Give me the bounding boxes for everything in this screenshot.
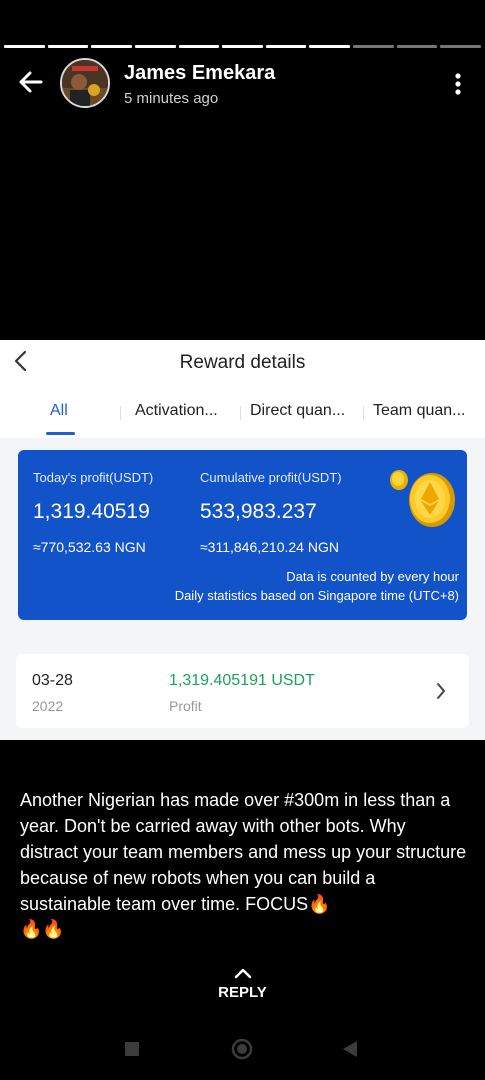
progress-segment xyxy=(134,45,176,48)
story-caption: Another Nigerian has made over #300m in … xyxy=(20,790,467,914)
tab-divider xyxy=(120,406,121,420)
reward-page-title: Reward details xyxy=(179,352,306,373)
progress-segment xyxy=(396,45,438,48)
progress-segment xyxy=(353,45,394,48)
nav-home-icon[interactable] xyxy=(231,1038,253,1060)
cumulative-profit-value: 533,983.237 xyxy=(200,500,317,523)
progress-segment xyxy=(4,45,45,48)
progress-segment xyxy=(265,45,307,48)
statistics-note-line1: Data is counted by every hour xyxy=(286,569,459,584)
tab-divider xyxy=(363,406,364,420)
progress-segment xyxy=(309,45,351,48)
record-amount: 1,319.405191 USDT xyxy=(169,672,315,689)
profit-record-row: 03-28 2022 1,319.405191 USDT Profit xyxy=(16,654,469,728)
statistics-note: Data is counted by every hour Daily stat… xyxy=(175,567,459,605)
story-image: Reward details All Activation... Direct … xyxy=(0,340,485,740)
reply-label: REPLY xyxy=(218,984,267,1001)
cumulative-profit-ngn: ≈311,846,210.24 NGN xyxy=(200,539,339,555)
avatar[interactable] xyxy=(60,58,110,108)
reply-button[interactable]: REPLY xyxy=(0,966,485,1001)
progress-segment xyxy=(178,45,220,48)
statistics-note-line2: Daily statistics based on Singapore time… xyxy=(174,588,459,603)
progress-segment xyxy=(222,45,263,48)
nav-back-icon[interactable] xyxy=(342,1040,358,1058)
avatar-image xyxy=(62,60,108,106)
more-vertical-icon[interactable] xyxy=(448,70,468,98)
story-progress-bar xyxy=(4,45,482,48)
coin-icon xyxy=(390,470,455,527)
todays-profit-ngn: ≈770,532.63 NGN xyxy=(33,539,146,555)
tab-all: All xyxy=(50,402,68,419)
story-timestamp: 5 minutes ago xyxy=(124,90,219,107)
record-type: Profit xyxy=(169,698,202,714)
todays-profit-label: Today's profit(USDT) xyxy=(33,470,154,485)
profit-summary-card: Today's profit(USDT) 1,319.40519 ≈770,53… xyxy=(18,450,467,620)
chevron-up-icon xyxy=(234,968,251,979)
cumulative-profit-label: Cumulative profit(USDT) xyxy=(200,470,342,485)
progress-segment xyxy=(47,45,89,48)
caption-emoji-line: 🔥🔥 xyxy=(20,919,65,939)
tab-divider xyxy=(240,406,241,420)
tab-direct-quantity: Direct quan... xyxy=(250,402,346,419)
story-author-name[interactable]: James Emekara xyxy=(124,62,275,85)
todays-profit-value: 1,319.40519 xyxy=(33,500,150,523)
tab-team-quantity: Team quan... xyxy=(373,402,466,419)
arrow-left-icon[interactable] xyxy=(14,66,46,98)
record-year: 2022 xyxy=(32,698,64,714)
reward-header: Reward details All Activation... Direct … xyxy=(0,340,485,438)
nav-square-icon[interactable] xyxy=(125,1042,139,1056)
progress-segment xyxy=(91,45,132,48)
tab-activation: Activation... xyxy=(135,402,218,419)
active-tab-indicator xyxy=(46,432,75,435)
record-date: 03-28 xyxy=(32,672,73,689)
chevron-right-icon xyxy=(437,683,445,699)
progress-segment xyxy=(440,45,482,48)
